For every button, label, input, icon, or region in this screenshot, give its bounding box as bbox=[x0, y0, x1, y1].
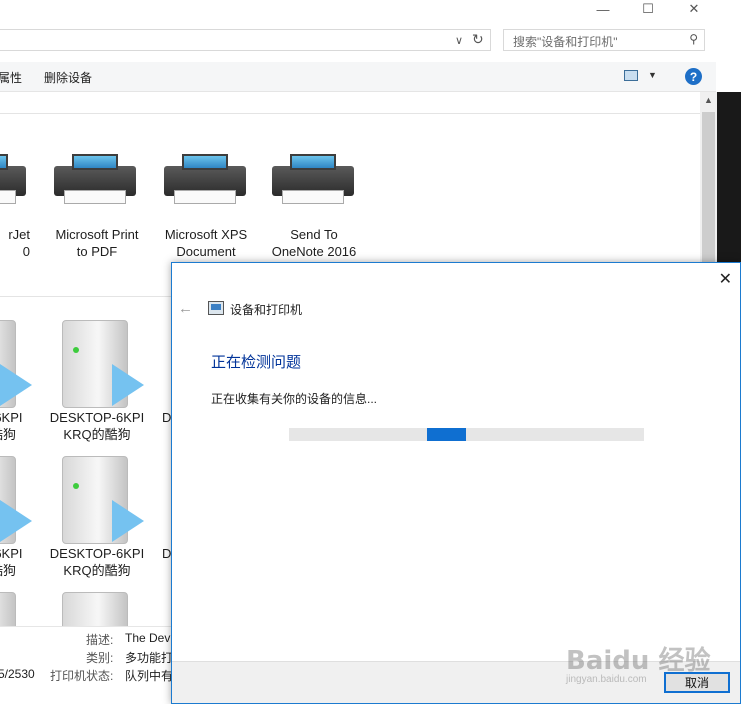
printer-name: rJet bbox=[8, 227, 30, 242]
dialog-status-text: 正在收集有关你的设备的信息... bbox=[211, 392, 378, 406]
selection-count: 5/2530 bbox=[0, 667, 35, 681]
printer-name: Document bbox=[176, 244, 236, 259]
printer-item[interactable]: Microsoft XPS Document bbox=[153, 226, 259, 260]
computer-icon[interactable] bbox=[0, 456, 40, 556]
help-icon[interactable]: ? bbox=[685, 68, 702, 85]
scroll-thumb[interactable] bbox=[702, 112, 715, 272]
printer-icon[interactable] bbox=[272, 154, 356, 204]
remove-device-button[interactable]: 删除设备 bbox=[44, 69, 92, 86]
troubleshooter-dialog: ✕ ← 设备和打印机 正在检测问题 正在收集有关你的设备的信息... 取消 bbox=[171, 262, 741, 704]
printer-icon[interactable] bbox=[0, 154, 28, 204]
printer-item[interactable]: rJet 0 bbox=[0, 226, 30, 260]
printer-status-label: 打印机状态: bbox=[50, 669, 114, 683]
title-bar: — ☐ ✕ bbox=[0, 0, 741, 24]
computer-name: DESKTOP-6KPI bbox=[49, 410, 145, 425]
search-input[interactable]: 搜索"设备和打印机" ⚲ bbox=[503, 29, 705, 51]
printer-name: to PDF bbox=[76, 244, 118, 259]
printer-icon[interactable] bbox=[54, 154, 138, 204]
computer-icon[interactable] bbox=[62, 456, 152, 556]
group-divider bbox=[0, 113, 700, 114]
printer-status-value: 队列中有 bbox=[125, 669, 174, 683]
progress-bar bbox=[289, 428, 644, 441]
refresh-icon[interactable]: ↻ bbox=[472, 31, 484, 48]
watermark-url: jingyan.baidu.com bbox=[566, 674, 647, 685]
watermark-logo: Baidu 经验 bbox=[566, 646, 711, 676]
computer-name: 酷狗 bbox=[0, 563, 17, 578]
computer-name: 酷狗 bbox=[0, 427, 17, 442]
printer-name: Microsoft XPS bbox=[164, 227, 248, 242]
description-value: The Dev bbox=[125, 631, 171, 645]
computer-icon[interactable] bbox=[0, 592, 40, 626]
description-label: 描述: bbox=[86, 633, 114, 647]
computer-item[interactable]: DESKTOP-6KPI KRQ的酷狗 bbox=[46, 409, 148, 443]
scroll-up-icon[interactable]: ▲ bbox=[704, 95, 713, 105]
address-row: ∨ ↻ 搜索"设备和打印机" ⚲ bbox=[0, 27, 741, 55]
address-bar[interactable]: ∨ ↻ bbox=[0, 29, 491, 51]
command-bar: 属性 删除设备 ▼ ? bbox=[0, 62, 716, 92]
computer-name: -6KPI bbox=[0, 546, 23, 561]
devices-printers-icon bbox=[208, 301, 224, 315]
close-icon[interactable]: ✕ bbox=[719, 269, 732, 289]
computer-icon[interactable] bbox=[62, 320, 152, 420]
printer-name: Microsoft Print bbox=[55, 227, 139, 242]
close-icon[interactable]: ✕ bbox=[671, 0, 717, 18]
computer-icon[interactable] bbox=[62, 592, 152, 626]
chevron-down-icon[interactable]: ∨ bbox=[455, 34, 463, 47]
computer-name: KRQ的酷狗 bbox=[63, 563, 131, 578]
computer-item[interactable]: DESKTOP-6KPI KRQ的酷狗 bbox=[46, 545, 148, 579]
printer-name: Send To bbox=[290, 227, 338, 242]
dialog-heading: 正在检测问题 bbox=[211, 354, 302, 371]
minimize-icon[interactable]: — bbox=[580, 0, 626, 18]
search-icon[interactable]: ⚲ bbox=[689, 32, 698, 46]
view-dropdown-icon[interactable]: ▼ bbox=[648, 70, 657, 80]
category-label: 类别: bbox=[86, 651, 114, 665]
maximize-icon[interactable]: ☐ bbox=[625, 0, 671, 18]
printer-name: 0 bbox=[22, 244, 30, 259]
computer-name: KRQ的酷狗 bbox=[63, 427, 131, 442]
computer-item[interactable]: -6KPI 酷狗 bbox=[0, 545, 34, 579]
computer-name: -6KPI bbox=[0, 410, 23, 425]
search-placeholder: 搜索"设备和打印机" bbox=[513, 35, 618, 49]
printer-item[interactable]: Send To OneNote 2016 bbox=[261, 226, 367, 260]
computer-item[interactable]: -6KPI 酷狗 bbox=[0, 409, 34, 443]
properties-button[interactable]: 属性 bbox=[0, 69, 22, 86]
back-arrow-icon[interactable]: ← bbox=[178, 300, 193, 317]
printer-name: OneNote 2016 bbox=[271, 244, 357, 259]
computer-icon[interactable] bbox=[0, 320, 40, 420]
printer-icon[interactable] bbox=[164, 154, 248, 204]
printer-item[interactable]: Microsoft Print to PDF bbox=[44, 226, 150, 260]
dialog-app-title: 设备和打印机 bbox=[230, 303, 303, 317]
category-value: 多功能打 bbox=[125, 651, 174, 665]
progress-indicator bbox=[427, 428, 467, 441]
view-icon[interactable] bbox=[624, 70, 638, 81]
computer-name: DESKTOP-6KPI bbox=[49, 546, 145, 561]
